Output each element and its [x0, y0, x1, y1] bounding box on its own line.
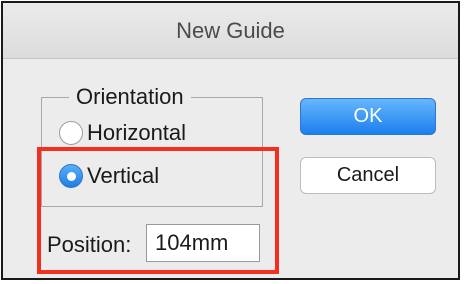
cancel-button[interactable]: Cancel: [300, 157, 436, 194]
position-label: Position:: [47, 232, 132, 257]
radio-horizontal-icon[interactable]: [59, 121, 83, 145]
ok-button[interactable]: OK: [300, 98, 436, 135]
radio-horizontal[interactable]: Horizontal: [59, 120, 186, 146]
radio-horizontal-label[interactable]: Horizontal: [87, 120, 186, 146]
new-guide-dialog: New Guide Orientation Horizontal Vertica…: [1, 1, 460, 280]
radio-selected-dot: [66, 171, 76, 181]
orientation-group: [41, 97, 263, 207]
radio-vertical[interactable]: Vertical: [59, 163, 159, 189]
position-input[interactable]: [146, 224, 260, 262]
orientation-label: Orientation: [69, 84, 191, 110]
dialog-title: New Guide: [176, 18, 285, 43]
radio-vertical-label[interactable]: Vertical: [87, 163, 159, 189]
title-bar: New Guide: [3, 3, 458, 59]
radio-vertical-icon[interactable]: [59, 164, 83, 188]
